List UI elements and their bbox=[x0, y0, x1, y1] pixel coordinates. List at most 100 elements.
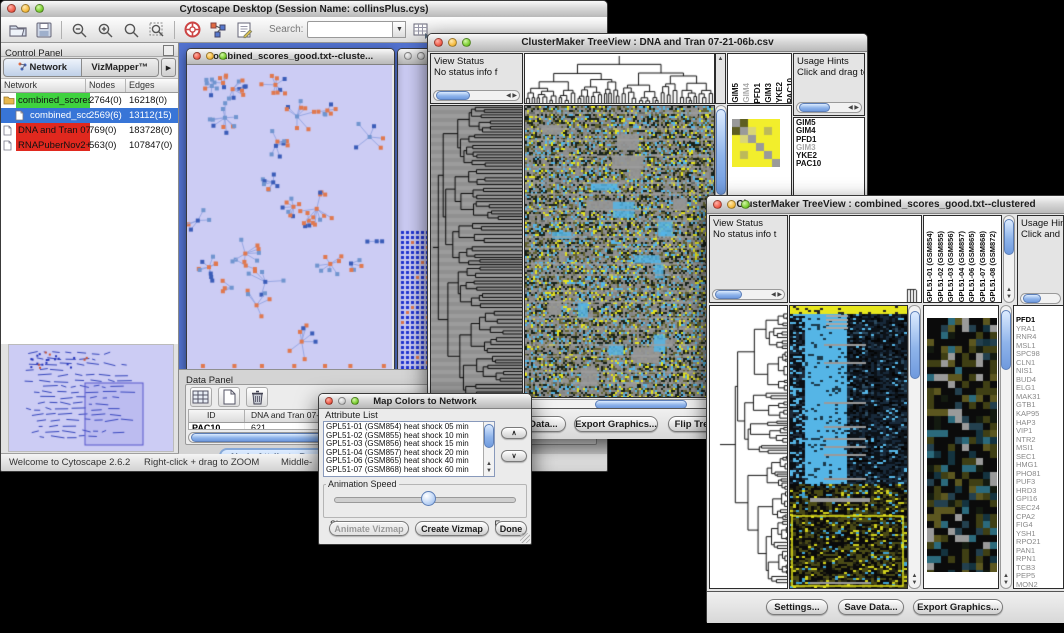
tv1-heatmap[interactable] bbox=[524, 105, 715, 398]
close-button[interactable] bbox=[404, 52, 412, 60]
tv2-status-hscrollbar[interactable]: ◀ ▶ bbox=[712, 289, 785, 300]
tv-button-export-graphics-[interactable]: Export Graphics... bbox=[913, 599, 1003, 615]
toolbar-help-icon[interactable] bbox=[181, 19, 203, 41]
tv1-titlebar[interactable]: ClusterMaker TreeView : DNA and Tran 07-… bbox=[428, 34, 867, 52]
tv1-column-label[interactable]: PFD1 bbox=[753, 83, 762, 103]
attribute-list-vscrollbar[interactable]: ▲▼ bbox=[483, 422, 494, 476]
tv2-row-dendrogram[interactable] bbox=[709, 305, 788, 589]
tv-button-settings-[interactable]: Settings... bbox=[766, 599, 828, 615]
toolbar-open-file-icon[interactable] bbox=[7, 19, 29, 41]
tv1-dendro-scroll-strip[interactable]: ▲ bbox=[715, 53, 726, 104]
window-controls[interactable] bbox=[7, 4, 44, 13]
tv1-column-label[interactable]: GIM3 bbox=[764, 83, 773, 103]
close-button[interactable] bbox=[193, 52, 201, 60]
tv2-button-bar: Settings... Save Data... Export Graphics..… bbox=[707, 591, 1064, 623]
network-tree-row[interactable]: DNA and Tran 07769(0)183728(0) bbox=[1, 123, 178, 138]
tv2-usage-hscrollbar[interactable] bbox=[1020, 293, 1061, 304]
tab-network[interactable]: Network bbox=[3, 58, 82, 77]
zoom-button[interactable] bbox=[219, 52, 227, 60]
close-button[interactable] bbox=[713, 200, 722, 209]
tv-button-export-graphics-[interactable]: Export Graphics... bbox=[574, 416, 658, 432]
speed-slider-thumb[interactable] bbox=[421, 491, 436, 506]
row-value: 621 bbox=[251, 423, 266, 430]
float-panel-icon[interactable] bbox=[163, 45, 174, 56]
toolbar-zoom-fit-icon[interactable] bbox=[146, 19, 168, 41]
animate-vizmap-button[interactable]: Animate Vizmap bbox=[329, 521, 409, 536]
toolbar-zoom-selected-icon[interactable] bbox=[120, 19, 142, 41]
close-button[interactable] bbox=[434, 38, 443, 47]
network-view-titlebar[interactable]: combined_scores_good.txt--cluste... bbox=[187, 49, 394, 65]
main-titlebar[interactable]: Cytoscape Desktop (Session Name: collins… bbox=[1, 1, 607, 18]
toolbar-annotation-icon[interactable] bbox=[233, 19, 255, 41]
tv2-genes-vscrollbar[interactable]: ▲▼ bbox=[1000, 305, 1012, 589]
tv2-zoom-heatmap[interactable] bbox=[927, 318, 997, 572]
search-input[interactable] bbox=[307, 21, 393, 38]
tv2-view-status-panel: View Status No status info t ◀ ▶ bbox=[709, 215, 788, 303]
zoom-button[interactable] bbox=[741, 200, 750, 209]
close-button[interactable] bbox=[325, 397, 333, 405]
tv2-column-label[interactable]: GPL51-07 (GSM868) bbox=[979, 231, 988, 302]
dialog-titlebar[interactable]: Map Colors to Network bbox=[319, 394, 531, 409]
tv2-heatmap[interactable] bbox=[789, 305, 908, 589]
tv2-column-label[interactable]: GPL51-01 (GSM854) bbox=[926, 231, 935, 302]
column-header-edges[interactable]: Edges bbox=[129, 80, 155, 90]
toolbar-zoom-out-icon[interactable] bbox=[68, 19, 90, 41]
minimize-button[interactable] bbox=[727, 200, 736, 209]
minimize-button[interactable] bbox=[338, 397, 346, 405]
tv1-status-hscrollbar[interactable]: ◀ ▶ bbox=[433, 90, 520, 101]
tv-button-save-data-[interactable]: Save Data... bbox=[838, 599, 904, 615]
new-attribute-icon[interactable] bbox=[218, 387, 240, 407]
column-header-network[interactable]: Network bbox=[4, 80, 37, 90]
attribute-list-item[interactable]: GPL51-07 (GSM868) heat shock 60 min bbox=[324, 466, 494, 475]
tv1-row-dendrogram[interactable] bbox=[430, 105, 523, 398]
tv2-labels-vscrollbar[interactable]: ▲▼ bbox=[1003, 215, 1015, 303]
tv1-column-label[interactable]: PAC10 bbox=[786, 78, 792, 103]
tv1-column-label[interactable]: GIM5 bbox=[731, 83, 740, 103]
tv1-row-label[interactable]: PAC10 bbox=[796, 160, 864, 168]
toolbar-separator bbox=[61, 21, 62, 39]
birdseye-view[interactable] bbox=[8, 344, 174, 452]
tv1-usage-hscrollbar[interactable]: ◀ ▶ bbox=[796, 102, 862, 113]
tv1-column-dendrogram[interactable] bbox=[524, 53, 715, 104]
move-up-button[interactable]: ∧ bbox=[501, 427, 527, 439]
tv2-gene-label[interactable]: MON2 bbox=[1014, 581, 1063, 589]
tv1-view-status-panel: View Status No status info f ◀ ▶ bbox=[430, 53, 523, 104]
tv1-column-label[interactable]: YKE2 bbox=[775, 82, 784, 103]
network-nodes-count: 2569(6) bbox=[89, 108, 122, 123]
column-header-nodes[interactable]: Nodes bbox=[89, 80, 115, 90]
delete-attribute-icon[interactable] bbox=[246, 387, 268, 407]
toolbar-zoom-in-icon[interactable] bbox=[94, 19, 116, 41]
attribute-table-icon[interactable] bbox=[190, 387, 212, 407]
network-tree-row[interactable]: combined_scores2764(0)16218(0) bbox=[1, 93, 178, 108]
tab-vizmapper[interactable]: VizMapper™ bbox=[82, 58, 160, 77]
toolbar-save-icon[interactable] bbox=[33, 19, 55, 41]
tv2-column-label[interactable]: GPL51-03 (GSM856) bbox=[947, 231, 956, 302]
tv2-column-label[interactable]: GPL51-08 (GSM872) bbox=[989, 231, 998, 302]
zoom-button[interactable] bbox=[351, 397, 359, 405]
close-button[interactable] bbox=[7, 4, 16, 13]
tv1-similarity-matrix[interactable] bbox=[732, 119, 780, 167]
tv2-column-label[interactable]: GPL51-06 (GSM865) bbox=[968, 231, 977, 302]
tv2-column-label[interactable]: GPL51-02 (GSM855) bbox=[937, 231, 946, 302]
tv2-titlebar[interactable]: ClusterMaker TreeView : combined_scores_… bbox=[707, 196, 1064, 214]
minimize-button[interactable] bbox=[417, 52, 425, 60]
tv2-column-label[interactable]: GPL51-04 (GSM857) bbox=[958, 231, 967, 302]
tv2-heatmap-vscrollbar[interactable]: ▲▼ bbox=[908, 305, 921, 589]
minimize-button[interactable] bbox=[206, 52, 214, 60]
create-vizmap-button[interactable]: Create Vizmap bbox=[415, 521, 489, 536]
network-canvas[interactable] bbox=[187, 65, 392, 370]
resize-grip[interactable] bbox=[520, 533, 530, 543]
zoom-button[interactable] bbox=[35, 4, 44, 13]
tab-overflow-button[interactable]: ▶ bbox=[161, 58, 176, 77]
move-down-button[interactable]: ∨ bbox=[501, 450, 527, 462]
minimize-button[interactable] bbox=[448, 38, 457, 47]
attribute-list[interactable]: GPL51-01 (GSM854) heat shock 05 minGPL51… bbox=[323, 421, 495, 477]
zoom-button[interactable] bbox=[462, 38, 471, 47]
network-tree-row[interactable]: combined_sco2569(6)13112(15) bbox=[1, 108, 178, 123]
minimize-button[interactable] bbox=[21, 4, 30, 13]
tv1-column-label[interactable]: GIM4 bbox=[742, 83, 751, 103]
tv2-column-dendrogram[interactable] bbox=[789, 215, 922, 303]
search-dropdown-button[interactable]: ▼ bbox=[393, 21, 406, 38]
toolbar-network-overview-icon[interactable] bbox=[207, 19, 229, 41]
data-column-id[interactable]: ID bbox=[207, 410, 216, 420]
